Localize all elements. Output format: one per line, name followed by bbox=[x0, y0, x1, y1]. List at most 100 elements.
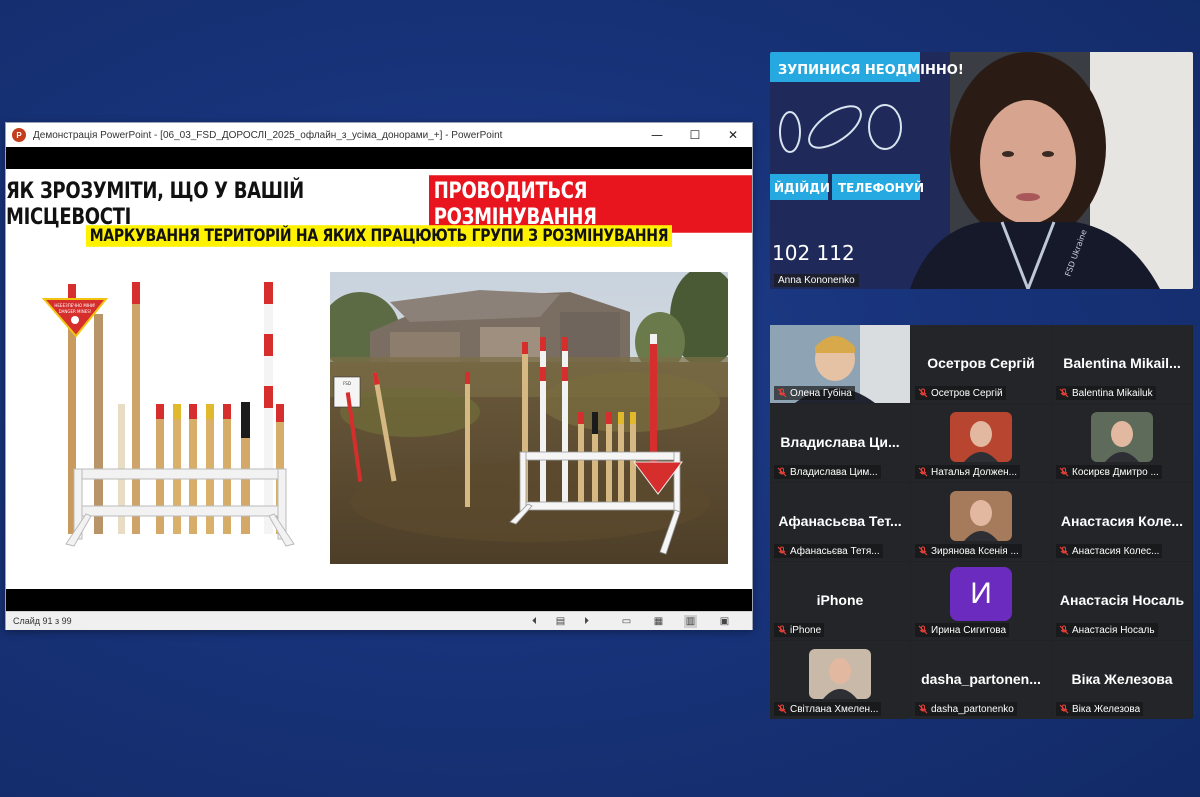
participant-name: Олена Губіна bbox=[790, 387, 852, 399]
participant-display-name: Balentina Mikail... bbox=[1063, 355, 1181, 371]
mic-off-icon bbox=[777, 546, 787, 556]
participant-tile[interactable]: Світлана Хмелен... bbox=[770, 641, 910, 719]
participant-grid[interactable]: Олена Губіна Осетров Сергій Осетров Сергій… bbox=[770, 325, 1193, 719]
participant-name: Зирянова Ксенія ... bbox=[931, 545, 1019, 557]
participant-avatar-letter: И bbox=[950, 567, 1012, 621]
participant-tile[interactable]: Balentina Mikail... Balentina Mikailuk bbox=[1052, 325, 1192, 403]
normal-view-icon[interactable]: ▭ bbox=[620, 615, 633, 628]
next-slide-icon[interactable]: ⏵ bbox=[580, 615, 593, 628]
speaker-name: Anna Kononenko bbox=[774, 274, 859, 287]
participant-display-name: Афанасьєва Тет... bbox=[778, 513, 902, 529]
participant-name: iPhone bbox=[790, 624, 822, 636]
participant-tile[interactable]: Анастасия Коле... Анастасия Колес... bbox=[1052, 483, 1192, 561]
participant-tile[interactable]: Віка Железова Віка Железова bbox=[1052, 641, 1192, 719]
participant-name-tag: Світлана Хмелен... bbox=[774, 702, 882, 716]
participant-tile[interactable]: Зирянова Ксенія ... bbox=[911, 483, 1051, 561]
participant-tile[interactable]: Наталья Должен... bbox=[911, 404, 1051, 482]
mic-off-icon bbox=[1059, 388, 1069, 398]
demining-field-photo: FSD bbox=[330, 272, 728, 564]
mic-off-icon bbox=[918, 625, 928, 635]
slide-title: ЯК ЗРОЗУМІТИ, ЩО У ВАШІЙ МІСЦЕВОСТІ ПРОВ… bbox=[6, 175, 752, 233]
participant-display-name: Владислава Ци... bbox=[780, 434, 900, 450]
participant-name-tag: iPhone bbox=[774, 623, 825, 637]
reading-view-icon[interactable]: ▥ bbox=[684, 615, 697, 628]
mic-off-icon bbox=[777, 467, 787, 477]
participant-tile[interactable]: И Ирина Сигитова bbox=[911, 562, 1051, 640]
participant-name-tag: Ирина Сигитова bbox=[915, 623, 1010, 637]
slide-counter: Слайд 91 з 99 bbox=[13, 616, 72, 626]
photo-sign-text: FSD bbox=[343, 381, 351, 386]
slide-title-black: ЯК ЗРОЗУМІТИ, ЩО У ВАШІЙ МІСЦЕВОСТІ bbox=[6, 177, 304, 231]
participant-video bbox=[809, 649, 871, 699]
participant-tile[interactable]: Косирєв Дмитро ... bbox=[1052, 404, 1192, 482]
participant-name: Анастасія Носаль bbox=[1072, 624, 1155, 636]
participant-name-tag: Зирянова Ксенія ... bbox=[915, 544, 1022, 558]
participant-video bbox=[950, 491, 1012, 541]
mic-off-icon bbox=[777, 704, 787, 714]
participant-display-name: Віка Железова bbox=[1071, 671, 1173, 687]
slide-title-highlight: ПРОВОДИТЬСЯ РОЗМІНУВАННЯ bbox=[428, 175, 752, 233]
participant-name: Владислава Цим... bbox=[790, 466, 878, 478]
participant-tile[interactable]: dasha_partonen... dasha_partonenko bbox=[911, 641, 1051, 719]
participant-name-tag: Косирєв Дмитро ... bbox=[1056, 465, 1162, 479]
close-button[interactable]: ✕ bbox=[714, 123, 752, 147]
participant-display-name: Осетров Сергій bbox=[927, 355, 1035, 371]
participant-name-tag: dasha_partonenko bbox=[915, 702, 1017, 716]
previous-slide-icon[interactable]: ⏴ bbox=[528, 615, 541, 628]
warning-sign-text-2: DANGER MINES! bbox=[59, 309, 92, 314]
letterbox-bottom bbox=[6, 589, 752, 611]
participant-name-tag: Balentina Mikailuk bbox=[1056, 386, 1156, 400]
mic-off-icon bbox=[1059, 546, 1069, 556]
banner-top-text: ЗУПИНИСЯ НЕОДМІННО! bbox=[778, 63, 964, 78]
participant-tile[interactable]: Анастасія Носаль Анастасія Носаль bbox=[1052, 562, 1192, 640]
participant-tile[interactable]: Владислава Ци... Владислава Цим... bbox=[770, 404, 910, 482]
participant-name-tag: Осетров Сергій bbox=[915, 386, 1006, 400]
participant-tile[interactable]: Олена Губіна bbox=[770, 325, 910, 403]
participant-name: Віка Железова bbox=[1072, 703, 1141, 715]
powerpoint-titlebar[interactable]: P Демонстрація PowerPoint - [06_03_FSD_Д… bbox=[6, 123, 752, 147]
participant-tile[interactable]: Афанасьєва Тет... Афанасьєва Тетя... bbox=[770, 483, 910, 561]
maximize-button[interactable]: ☐ bbox=[676, 123, 714, 147]
mic-off-icon bbox=[1059, 625, 1069, 635]
banner-numbers: 102 112 bbox=[772, 241, 855, 265]
slide-subtitle-row: МАРКУВАННЯ ТЕРИТОРІЙ НА ЯКИХ ПРАЦЮЮТЬ ГР… bbox=[6, 225, 752, 247]
powerpoint-window[interactable]: P Демонстрація PowerPoint - [06_03_FSD_Д… bbox=[5, 122, 753, 630]
participant-video bbox=[950, 412, 1012, 462]
notes-icon[interactable]: ▤ bbox=[554, 615, 567, 628]
participant-name-tag: Анастасия Колес... bbox=[1056, 544, 1163, 558]
mic-off-icon bbox=[777, 625, 787, 635]
participant-name: Косирєв Дмитро ... bbox=[1072, 466, 1159, 478]
warning-sign-text-1: НЕБЕЗПЕЧНО МІНИ! bbox=[54, 303, 95, 308]
participant-name: Осетров Сергій bbox=[931, 387, 1003, 399]
slide-subtitle: МАРКУВАННЯ ТЕРИТОРІЙ НА ЯКИХ ПРАЦЮЮТЬ ГР… bbox=[85, 225, 673, 247]
letterbox-top bbox=[6, 147, 752, 169]
participant-name: Афанасьєва Тетя... bbox=[790, 545, 880, 557]
marking-stakes-illustration: НЕБЕЗПЕЧНО МІНИ! DANGER MINES! bbox=[41, 282, 295, 547]
participant-name: Ирина Сигитова bbox=[931, 624, 1007, 636]
speaker-video-frame: ЗУПИНИСЯ НЕОДМІННО! ЙДІЙДИ ТЕЛЕФОНУЙ 102… bbox=[770, 52, 1193, 289]
mic-off-icon bbox=[918, 546, 928, 556]
participant-name: Анастасия Колес... bbox=[1072, 545, 1160, 557]
mic-off-icon bbox=[777, 388, 787, 398]
participant-tile[interactable]: iPhone iPhone bbox=[770, 562, 910, 640]
participant-video bbox=[1091, 412, 1153, 462]
minimize-button[interactable]: — bbox=[638, 123, 676, 147]
participant-name: Balentina Mikailuk bbox=[1072, 387, 1153, 399]
speaker-video[interactable]: ЗУПИНИСЯ НЕОДМІННО! ЙДІЙДИ ТЕЛЕФОНУЙ 102… bbox=[770, 52, 1193, 289]
slideshow-icon[interactable]: ▣ bbox=[718, 615, 731, 628]
mic-off-icon bbox=[918, 388, 928, 398]
slide-sorter-icon[interactable]: ▦ bbox=[652, 615, 665, 628]
participant-name-tag: Афанасьєва Тетя... bbox=[774, 544, 883, 558]
powerpoint-app-icon: P bbox=[12, 128, 26, 142]
participant-name: dasha_partonenko bbox=[931, 703, 1014, 715]
participant-display-name: iPhone bbox=[816, 592, 864, 608]
slide[interactable]: ЯК ЗРОЗУМІТИ, ЩО У ВАШІЙ МІСЦЕВОСТІ ПРОВ… bbox=[6, 169, 752, 589]
banner-left-text: ЙДІЙДИ bbox=[774, 180, 830, 195]
participant-name-tag: Владислава Цим... bbox=[774, 465, 881, 479]
participant-name-tag: Віка Железова bbox=[1056, 702, 1144, 716]
participant-name-tag: Анастасія Носаль bbox=[1056, 623, 1158, 637]
mic-off-icon bbox=[918, 467, 928, 477]
participant-display-name: dasha_partonen... bbox=[921, 671, 1041, 687]
participant-tile[interactable]: Осетров Сергій Осетров Сергій bbox=[911, 325, 1051, 403]
banner-right-text: ТЕЛЕФОНУЙ bbox=[838, 180, 924, 195]
